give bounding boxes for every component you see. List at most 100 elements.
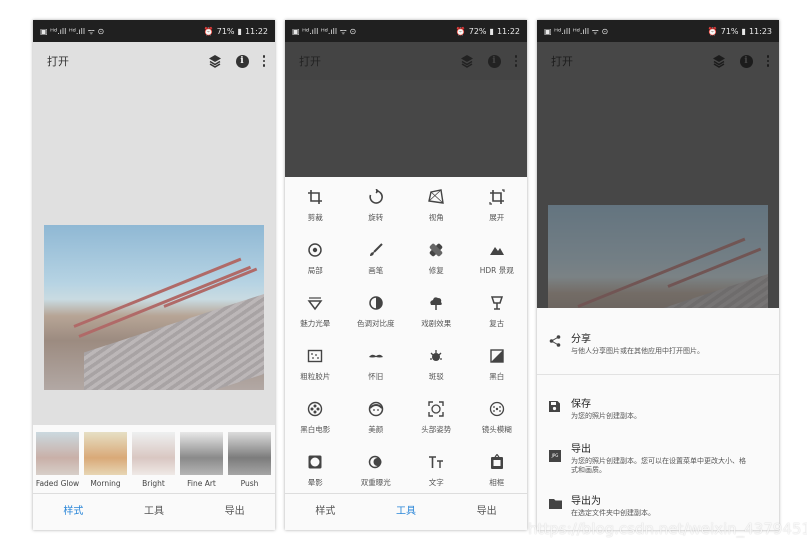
hdr-icon: [489, 242, 505, 258]
dimmed-canvas: [537, 80, 779, 308]
status-bar: ▣ ᴴᵈ.ıll ᴴᵈ.ıll ᯤ ⊙ ⏰ 72% ▮ 11:22: [285, 20, 527, 42]
tool-grainy-film[interactable]: 粗粒胶片: [285, 338, 346, 391]
double-exposure-icon: [368, 454, 384, 470]
battery-percent: 72%: [468, 26, 487, 36]
tool-drama[interactable]: 戏剧效果: [406, 285, 467, 338]
battery-icon: ▮: [741, 26, 746, 36]
grunge-icon: [428, 348, 444, 364]
tool-label: 文字: [428, 477, 444, 487]
tool-vignette[interactable]: 晕影: [285, 444, 346, 497]
filter-fine-art[interactable]: Fine Art: [180, 432, 223, 493]
share-title: 分享: [571, 334, 591, 345]
tool-label: 展开: [489, 212, 505, 222]
export-as-option[interactable]: 导出为 在选定文件夹中创建副本。: [537, 476, 779, 518]
tool-glamour-glow[interactable]: 魅力光晕: [285, 285, 346, 338]
layers-icon[interactable]: [208, 54, 222, 68]
head-pose-icon: [428, 400, 444, 417]
dimmed-canvas: [285, 80, 527, 177]
drama-icon: [428, 295, 444, 311]
tool-label: 修复: [428, 265, 444, 275]
tool-label: 色调对比度: [357, 318, 395, 328]
alarm-icon: ⏰: [455, 26, 466, 36]
black-white-icon: [489, 348, 505, 364]
tab-styles[interactable]: 样式: [285, 494, 366, 530]
tool-label: 头部姿势: [421, 424, 452, 434]
tab-export[interactable]: 导出: [194, 494, 275, 530]
top-bar: 打开 i: [33, 42, 275, 80]
selective-icon: [307, 242, 323, 258]
status-bar: ▣ ᴴᵈ.ıll ᴴᵈ.ıll ᯤ ⊙ ⏰ 71% ▮ 11:22: [33, 20, 275, 42]
tool-double-exposure[interactable]: 双重曝光: [346, 444, 407, 497]
tool-hdr[interactable]: HDR 景观: [467, 232, 528, 285]
glamour-glow-icon: [307, 295, 323, 311]
filter-morning[interactable]: Morning: [84, 432, 127, 493]
alarm-icon: ⏰: [203, 26, 214, 36]
tool-grunge[interactable]: 斑驳: [406, 338, 467, 391]
tool-rotate[interactable]: 旋转: [346, 179, 407, 232]
tool-head-pose[interactable]: 头部姿势: [406, 391, 467, 444]
battery-icon: ▮: [489, 26, 494, 36]
save-icon: [549, 397, 571, 416]
save-option[interactable]: 保存 为您的照片创建副本。: [537, 375, 779, 421]
tool-frames[interactable]: 相框: [467, 444, 528, 497]
filter-faded-glow[interactable]: Faded Glow: [36, 432, 79, 493]
export-sheet: 分享 与他人分享图片或在其他应用中打开图片。 保存 为您的照片创建副本。 JPG…: [537, 308, 779, 530]
open-button[interactable]: 打开: [299, 53, 321, 69]
top-bar: 打开 i: [537, 42, 779, 80]
tool-face[interactable]: 美颜: [346, 391, 407, 444]
filter-push[interactable]: Push: [228, 432, 271, 493]
info-icon[interactable]: i: [235, 54, 249, 68]
info-icon[interactable]: i: [487, 54, 501, 68]
tab-styles[interactable]: 样式: [33, 494, 114, 530]
expand-icon: [489, 188, 505, 205]
status-signal: ▣ ᴴᵈ.ıll ᴴᵈ.ıll ᯤ ⊙: [292, 26, 357, 36]
export-as-desc: 在选定文件夹中创建副本。: [571, 508, 655, 517]
status-signal: ▣ ᴴᵈ.ıll ᴴᵈ.ıll ᯤ ⊙: [544, 26, 609, 36]
more-menu-icon[interactable]: [262, 55, 265, 67]
layers-icon[interactable]: [460, 54, 474, 68]
tool-tonal-contrast[interactable]: 色调对比度: [346, 285, 407, 338]
save-desc: 为您的照片创建副本。: [571, 412, 641, 421]
frames-icon: [489, 453, 505, 470]
export-option[interactable]: JPG 导出 为您的照片创建副本。您可以在设置菜单中更改大小、格式和画质。: [537, 422, 779, 476]
open-button[interactable]: 打开: [47, 53, 69, 69]
noir-icon: [307, 401, 323, 417]
face-icon: [368, 401, 384, 417]
tool-text[interactable]: 文字: [406, 444, 467, 497]
more-menu-icon[interactable]: [766, 55, 769, 67]
tool-label: 剪裁: [307, 212, 323, 222]
screen-tools: ▣ ᴴᵈ.ıll ᴴᵈ.ıll ᯤ ⊙ ⏰ 72% ▮ 11:22 打开 i 剪…: [285, 20, 527, 530]
tool-label: 晕影: [307, 477, 323, 487]
filter-bright[interactable]: Bright: [132, 432, 175, 493]
info-icon[interactable]: i: [739, 54, 753, 68]
tool-perspective[interactable]: 视角: [406, 179, 467, 232]
tab-export[interactable]: 导出: [446, 494, 527, 530]
status-time: 11:22: [496, 26, 520, 36]
vintage-icon: [489, 295, 505, 311]
tool-expand[interactable]: 展开: [467, 179, 528, 232]
tab-tools[interactable]: 工具: [366, 494, 447, 530]
tool-crop[interactable]: 剪裁: [285, 179, 346, 232]
tool-healing[interactable]: 修复: [406, 232, 467, 285]
tools-grid: 剪裁 旋转 视角 展开局部 画笔 修复 HDR 景观魅力光晕 色调对比度 戏剧效果 复古粗粒胶片 怀…: [285, 177, 527, 496]
healing-icon: [428, 242, 444, 258]
tool-lens-blur[interactable]: 镜头模糊: [467, 391, 528, 444]
tab-tools[interactable]: 工具: [114, 494, 195, 530]
tool-brush[interactable]: 画笔: [346, 232, 407, 285]
tool-retrolux[interactable]: 怀旧: [346, 338, 407, 391]
share-option[interactable]: 分享 与他人分享图片或在其他应用中打开图片。: [537, 308, 779, 356]
tool-vintage[interactable]: 复古: [467, 285, 528, 338]
open-button[interactable]: 打开: [551, 53, 573, 69]
tool-selective[interactable]: 局部: [285, 232, 346, 285]
tool-black-white[interactable]: 黑白: [467, 338, 528, 391]
status-time: 11:23: [748, 26, 772, 36]
tool-noir[interactable]: 黑白电影: [285, 391, 346, 444]
layers-icon[interactable]: [712, 54, 726, 68]
tool-label: HDR 景观: [479, 265, 514, 275]
tool-label: 美颜: [368, 424, 384, 434]
more-menu-icon[interactable]: [514, 55, 517, 67]
tool-label: 局部: [307, 265, 323, 275]
tool-label: 斑驳: [428, 371, 444, 381]
perspective-icon: [428, 188, 445, 205]
status-time: 11:22: [244, 26, 268, 36]
